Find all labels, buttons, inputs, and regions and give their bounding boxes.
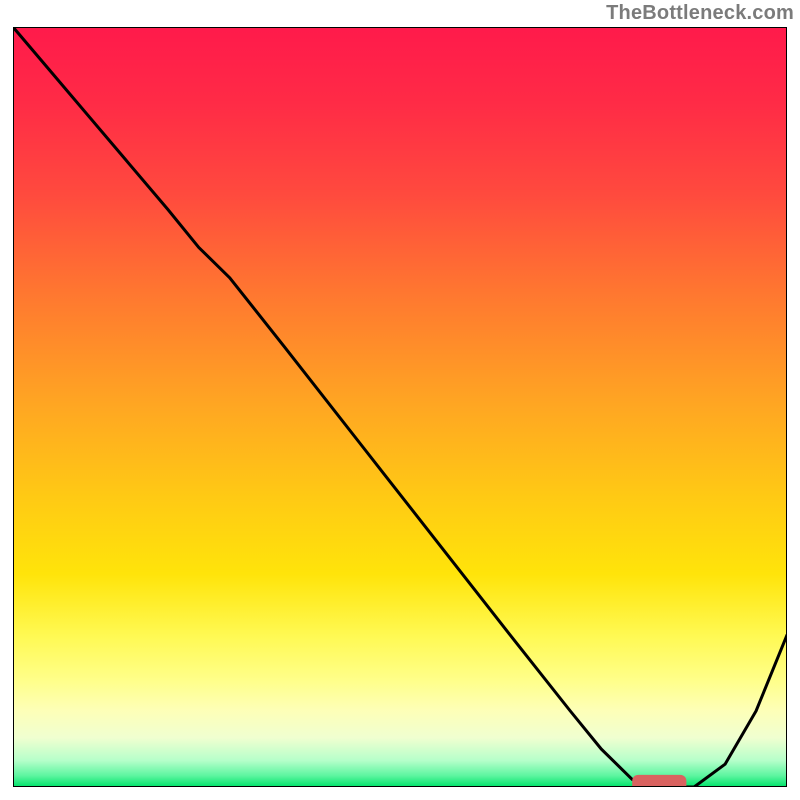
bottleneck-chart bbox=[13, 27, 787, 787]
chart-svg bbox=[13, 27, 787, 787]
gradient-background bbox=[13, 27, 787, 787]
chart-stage: TheBottleneck.com bbox=[0, 0, 800, 800]
optimal-marker bbox=[632, 775, 686, 787]
watermark-text: TheBottleneck.com bbox=[606, 2, 794, 25]
